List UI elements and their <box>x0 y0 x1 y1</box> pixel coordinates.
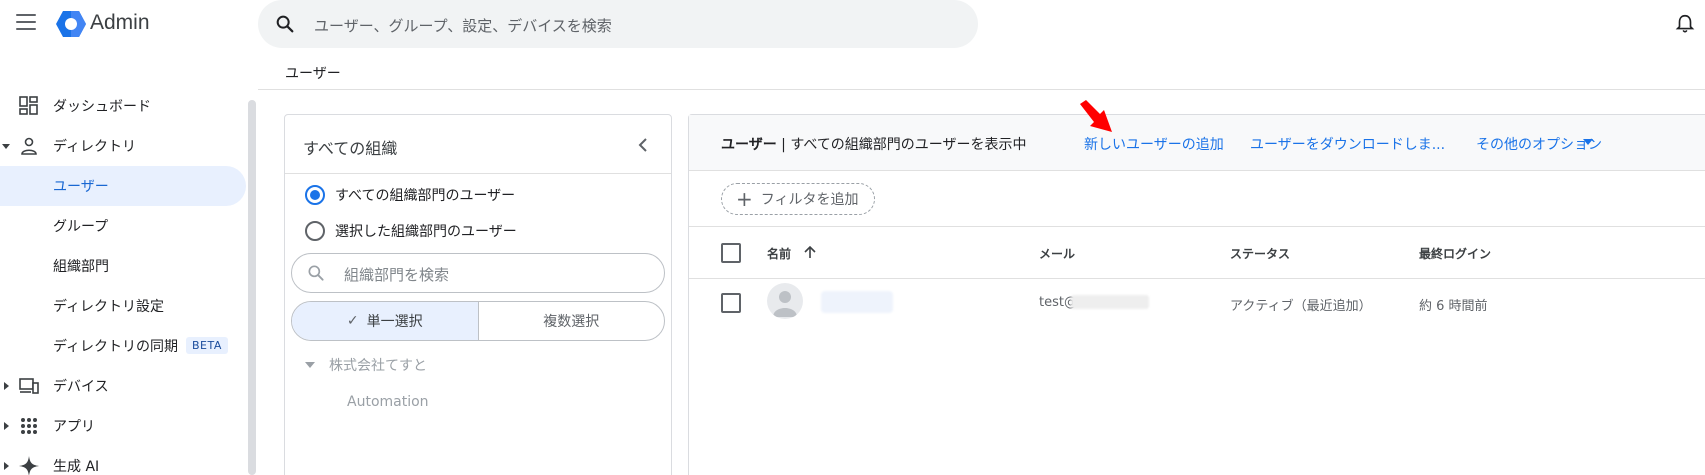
redacted-email-domain <box>1071 295 1149 309</box>
single-select-label: 単一選択 <box>366 314 423 330</box>
expand-caret-right-icon[interactable] <box>2 382 10 390</box>
add-user-link[interactable]: 新しいユーザーの追加 <box>1084 134 1224 154</box>
sidebar-item-label: グループ <box>53 219 109 235</box>
radio-button[interactable] <box>305 221 325 241</box>
org-panel-divider <box>285 173 671 174</box>
sidebar-item-org-units[interactable]: 組織部門 <box>0 246 246 286</box>
column-header-status[interactable]: ステータス <box>1230 245 1290 262</box>
org-search-input[interactable]: 組織部門を検索 <box>344 264 449 285</box>
expand-caret-down-icon[interactable] <box>2 142 10 150</box>
red-annotation-arrow-icon <box>1080 100 1112 132</box>
user-last-login: 約 6 時間前 <box>1419 299 1488 314</box>
app-title: Admin <box>90 11 150 34</box>
sidebar-item-label: ディレクトリ設定 <box>53 299 165 315</box>
expand-caret-right-icon[interactable] <box>2 422 10 430</box>
chevron-left-icon[interactable] <box>633 135 653 155</box>
sidebar-item-groups[interactable]: グループ <box>0 206 246 246</box>
selection-mode-toggle: ✓ 単一選択 複数選択 <box>291 301 665 341</box>
column-header-name[interactable]: 名前 <box>767 245 791 262</box>
radio-label: すべての組織部門のユーザー <box>335 188 516 204</box>
sidebar-item-directory[interactable]: ディレクトリ <box>0 126 246 166</box>
radio-button-checked[interactable] <box>305 185 325 205</box>
check-icon: ✓ <box>346 313 359 329</box>
users-panel: ユーザー | すべての組織部門のユーザーを表示中 新しいユーザーの追加 ユーザー… <box>688 114 1705 475</box>
sidebar-item-label: デバイス <box>53 379 109 395</box>
users-panel-header: ユーザー | すべての組織部門のユーザーを表示中 新しいユーザーの追加 ユーザー… <box>689 115 1705 171</box>
apps-grid-icon <box>21 418 37 434</box>
sidebar-item-devices[interactable]: デバイス <box>0 366 246 406</box>
sort-ascending-icon[interactable] <box>803 245 817 259</box>
beta-badge: BETA <box>186 337 228 354</box>
search-icon <box>276 15 294 33</box>
download-users-link[interactable]: ユーザーをダウンロードしま... <box>1250 134 1445 154</box>
add-filter-button[interactable]: + フィルタを追加 <box>721 183 875 215</box>
column-header-email[interactable]: メール <box>1039 245 1075 262</box>
caret-down-icon[interactable] <box>305 362 315 368</box>
sidebar: ダッシュボード ディレクトリ ユーザー グループ 組織部門 ディレクトリ設定 デ… <box>0 86 248 475</box>
search-input[interactable]: ユーザー、グループ、設定、デバイスを検索 <box>314 15 612 36</box>
sidebar-item-label: アプリ <box>53 419 95 435</box>
dropdown-caret-icon[interactable] <box>1583 139 1593 145</box>
org-tree-label: Automation <box>347 394 429 410</box>
sidebar-item-label: ディレクトリ <box>53 139 137 155</box>
admin-logo-icon <box>56 11 86 37</box>
table-row[interactable]: test@ アクティブ（最近追加） 約 6 時間前 <box>689 279 1705 331</box>
default-avatar-icon <box>773 291 797 317</box>
users-panel-title: ユーザー | すべての組織部門のユーザーを表示中 <box>721 134 1027 154</box>
sidebar-item-directory-sync[interactable]: ディレクトリの同期 BETA <box>0 326 246 366</box>
breadcrumb-divider <box>258 89 1705 90</box>
org-tree-label: 株式会社てすと <box>329 358 427 374</box>
person-icon <box>21 137 37 155</box>
search-icon <box>308 265 324 281</box>
devices-icon <box>19 378 39 394</box>
sidebar-item-label: ダッシュボード <box>53 99 151 115</box>
top-bar: Admin ユーザー、グループ、設定、デバイスを検索 <box>0 0 1705 48</box>
breadcrumb: ユーザー <box>285 66 341 82</box>
global-search[interactable]: ユーザー、グループ、設定、デバイスを検索 <box>258 0 978 48</box>
notifications-bell-icon[interactable] <box>1674 13 1696 35</box>
single-select-button[interactable]: ✓ 単一選択 <box>292 302 479 340</box>
org-tree-item-child[interactable]: Automation <box>347 392 429 412</box>
sidebar-item-directory-settings[interactable]: ディレクトリ設定 <box>0 286 246 326</box>
multi-select-button[interactable]: 複数選択 <box>479 302 665 340</box>
org-unit-search[interactable]: 組織部門を検索 <box>291 253 665 293</box>
sidebar-item-apps[interactable]: アプリ <box>0 406 246 446</box>
users-title-bold: ユーザー <box>721 137 777 153</box>
sparkle-icon <box>19 456 39 475</box>
sidebar-item-label: ディレクトリの同期 <box>53 339 179 355</box>
org-tree-item-root[interactable]: 株式会社てすと <box>305 355 427 375</box>
sidebar-item-dashboard[interactable]: ダッシュボード <box>0 86 246 126</box>
radio-selected-org-units[interactable]: 選択した組織部門のユーザー <box>305 219 517 243</box>
main-menu-icon[interactable] <box>16 14 36 32</box>
select-all-checkbox[interactable] <box>721 243 741 263</box>
sidebar-item-label: 組織部門 <box>53 259 109 275</box>
column-header-last-login[interactable]: 最終ログイン <box>1419 245 1491 262</box>
org-unit-panel: すべての組織 すべての組織部門のユーザー 選択した組織部門のユーザー 組織部門を… <box>284 114 672 475</box>
redacted-user-name[interactable] <box>821 291 893 313</box>
avatar <box>767 283 803 319</box>
user-status: アクティブ（最近追加） <box>1230 299 1372 314</box>
users-title-rest: | すべての組織部門のユーザーを表示中 <box>776 137 1027 153</box>
sidebar-scrollbar[interactable] <box>248 100 256 475</box>
row-checkbox[interactable] <box>721 293 741 313</box>
sidebar-item-generative-ai[interactable]: 生成 AI <box>0 446 246 475</box>
expand-caret-right-icon[interactable] <box>2 462 10 470</box>
plus-icon: + <box>736 187 753 211</box>
sidebar-item-users[interactable]: ユーザー <box>0 166 246 206</box>
dashboard-icon <box>19 96 38 115</box>
sidebar-item-label: 生成 AI <box>53 459 100 475</box>
add-filter-label: フィルタを追加 <box>760 192 859 208</box>
sidebar-item-label: ユーザー <box>53 179 109 195</box>
multi-select-label: 複数選択 <box>543 314 600 330</box>
filter-bar: + フィルタを追加 <box>689 171 1705 227</box>
radio-all-org-units[interactable]: すべての組織部門のユーザー <box>305 183 515 207</box>
org-panel-title: すべての組織 <box>303 139 398 158</box>
users-table-header: 名前 メール ステータス 最終ログイン <box>689 227 1705 279</box>
radio-label: 選択した組織部門のユーザー <box>335 224 517 240</box>
